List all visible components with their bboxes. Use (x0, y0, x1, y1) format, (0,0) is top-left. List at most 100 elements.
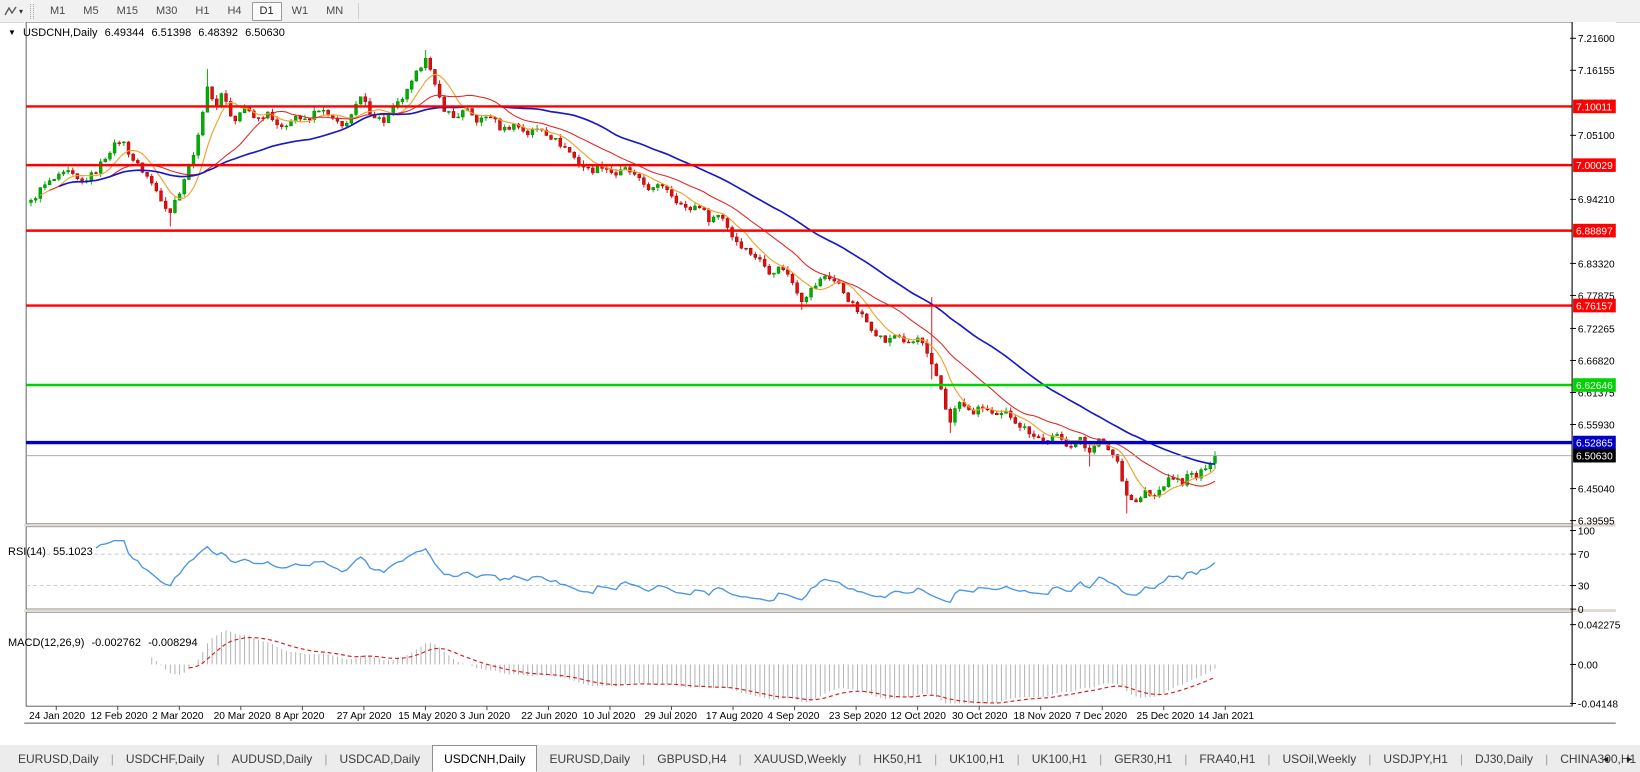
panel-splitter[interactable] (24, 524, 1616, 527)
rsi-tick-label: 100 (1578, 526, 1595, 537)
timeframe-button-m30[interactable]: M30 (148, 2, 185, 21)
price-tick-label: 7.05100 (1578, 131, 1615, 142)
rsi-panel[interactable] (26, 527, 1572, 609)
date-label: 30 Oct 2020 (952, 711, 1008, 722)
price-tick-label: 7.16155 (1578, 66, 1615, 77)
date-label: 10 Jul 2020 (583, 711, 636, 722)
tab-eurusd-daily[interactable]: EURUSD,Daily (537, 745, 642, 772)
tab-gbpusd-h4[interactable]: GBPUSD,H4 (645, 745, 738, 772)
date-label: 22 Jun 2020 (521, 711, 577, 722)
current-price-label: 6.50630 (1576, 452, 1613, 463)
timeframe-button-m15[interactable]: M15 (109, 2, 146, 21)
tab-list: EURUSD,Daily|USDCHF,Daily|AUDUSD,Daily|U… (0, 745, 1640, 772)
price-tick-label: 6.66820 (1578, 356, 1615, 367)
level-price-label: 7.10011 (1576, 102, 1612, 113)
chart-title: ▼ USDCNH,Daily 6.49344 6.51398 6.48392 6… (8, 27, 289, 39)
level-price-label: 6.62646 (1576, 381, 1613, 392)
tab-usdcad-daily[interactable]: USDCAD,Daily (327, 745, 432, 772)
toolbar-grip-handle[interactable] (30, 4, 34, 19)
date-label: 12 Feb 2020 (91, 711, 148, 722)
tab-eurusd-daily[interactable]: EURUSD,Daily (6, 745, 111, 772)
symbol-tabs-bar: EURUSD,Daily|USDCHF,Daily|AUDUSD,Daily|U… (0, 745, 1640, 772)
date-label: 20 Mar 2020 (214, 711, 271, 722)
ohlc-low: 6.48392 (198, 27, 238, 39)
ohlc-high: 6.51398 (151, 27, 191, 39)
price-tick-label: 6.55930 (1578, 420, 1615, 431)
rsi-tick-label: 30 (1578, 581, 1590, 592)
date-label: 8 Apr 2020 (275, 711, 325, 722)
date-label: 15 May 2020 (398, 711, 457, 722)
tab-ger30-h1[interactable]: GER30,H1 (1102, 745, 1184, 772)
macd-indicator-label: MACD(12,26,9) -0.002762 -0.008294 (8, 637, 202, 649)
price-tick-label: 6.72265 (1578, 324, 1615, 335)
tab-usoil-weekly[interactable]: USOil,Weekly (1271, 745, 1369, 772)
level-price-label: 6.52865 (1576, 438, 1613, 449)
chart-title-symbol: USDCNH,Daily (23, 27, 98, 39)
date-label: 29 Jul 2020 (644, 711, 697, 722)
macd-tick-label: 0.00 (1578, 660, 1598, 671)
timeframe-button-m1[interactable]: M1 (42, 2, 73, 21)
rsi-value: 55.1023 (53, 546, 93, 558)
date-label: 17 Aug 2020 (706, 711, 763, 722)
rsi-tick-label: 70 (1578, 550, 1590, 561)
price-tick-label: 7.21600 (1578, 34, 1615, 45)
tab-audusd-daily[interactable]: AUDUSD,Daily (220, 745, 325, 772)
level-price-label: 6.76157 (1576, 301, 1613, 312)
toolbar-separator (358, 3, 359, 19)
price-tick-label: 6.83320 (1578, 259, 1615, 270)
tab-usdchf-daily[interactable]: USDCHF,Daily (114, 745, 217, 772)
timeframe-button-h1[interactable]: H1 (187, 2, 217, 21)
price-tick-label: 6.45040 (1578, 484, 1615, 495)
price-chart-canvas[interactable]: 7.106286.996556.887656.504857.216007.161… (0, 22, 1640, 745)
chart-tool-group: ▾ (0, 4, 41, 19)
date-label: 24 Jan 2020 (29, 711, 85, 722)
timeframe-button-d1[interactable]: D1 (252, 2, 282, 21)
tab-usdjpy-h1[interactable]: USDJPY,H1 (1371, 745, 1459, 772)
timeframe-toolbar: ▾ M1M5M15M30H1H4D1W1MN (0, 0, 1640, 23)
date-label: 27 Apr 2020 (337, 711, 392, 722)
date-label: 12 Oct 2020 (890, 711, 946, 722)
level-price-label: 7.00029 (1576, 161, 1613, 172)
tab-scrollers: ◄ ► (1601, 745, 1634, 772)
macd-signal-value: -0.008294 (148, 637, 198, 649)
mt4-window: { "toolbar":{ "tool_caret":"▾", "timefra… (0, 0, 1640, 772)
tab-uk100-h1[interactable]: UK100,H1 (937, 745, 1016, 772)
chart-tool-icon[interactable] (3, 4, 18, 19)
macd-tick-label: -0.04148 (1578, 699, 1618, 710)
date-label: 4 Sep 2020 (767, 711, 819, 722)
macd-name: MACD(12,26,9) (8, 637, 84, 649)
tab-dj30-daily[interactable]: DJ30,Daily (1463, 745, 1545, 772)
timeframe-buttons: M1M5M15M30H1H4D1W1MN (41, 2, 352, 21)
rsi-indicator-label: RSI(14) 55.1023 (8, 546, 97, 558)
rsi-name: RSI(14) (8, 546, 46, 558)
tab-scroll-left-icon[interactable]: ◄ (1601, 754, 1610, 764)
tab-xauusd-weekly[interactable]: XAUUSD,Weekly (742, 745, 858, 772)
price-tick-label: 6.94210 (1578, 195, 1615, 206)
ohlc-close: 6.50630 (245, 27, 285, 39)
date-label: 18 Nov 2020 (1014, 711, 1072, 722)
tab-usdcnh-daily[interactable]: USDCNH,Daily (432, 745, 537, 772)
tab-scroll-right-icon[interactable]: ► (1625, 754, 1634, 764)
tab-uk100-h1[interactable]: UK100,H1 (1020, 745, 1099, 772)
timeframe-button-m5[interactable]: M5 (75, 2, 106, 21)
macd-tick-label: 0.042275 (1578, 621, 1621, 632)
date-label: 23 Sep 2020 (829, 711, 887, 722)
date-label: 2 Mar 2020 (152, 711, 204, 722)
date-label: 25 Dec 2020 (1137, 711, 1195, 722)
timeframe-button-h4[interactable]: H4 (219, 2, 249, 21)
chart-title-marker-icon[interactable]: ▼ (8, 28, 16, 37)
main-chart-panel[interactable] (26, 22, 1572, 524)
rsi-tick-label: 0 (1578, 605, 1584, 616)
panel-splitter[interactable] (24, 609, 1616, 612)
tab-fra40-h1[interactable]: FRA40,H1 (1187, 745, 1267, 772)
chart-tool-caret-icon[interactable]: ▾ (19, 7, 23, 16)
date-label: 14 Jan 2021 (1198, 711, 1254, 722)
ohlc-open: 6.49344 (105, 27, 145, 39)
macd-main-value: -0.002762 (91, 637, 141, 649)
level-price-label: 6.88897 (1576, 226, 1613, 237)
date-label: 3 Jun 2020 (460, 711, 511, 722)
timeframe-button-mn[interactable]: MN (318, 2, 351, 21)
date-label: 7 Dec 2020 (1075, 711, 1127, 722)
timeframe-button-w1[interactable]: W1 (284, 2, 317, 21)
tab-hk50-h1[interactable]: HK50,H1 (861, 745, 934, 772)
